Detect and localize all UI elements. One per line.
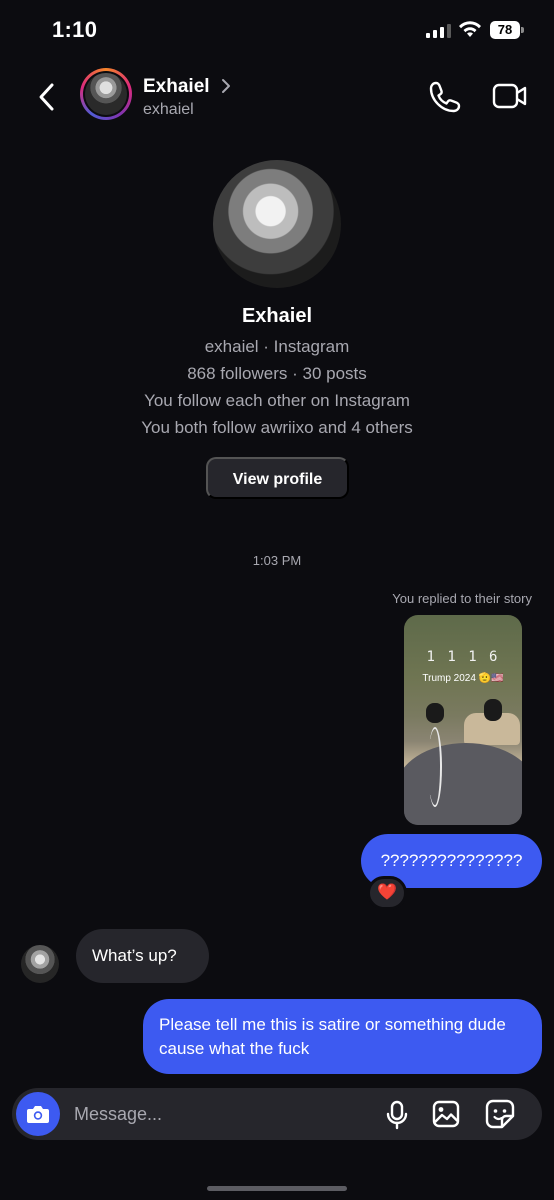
mutual-follow-text: You follow each other on Instagram — [144, 391, 410, 410]
video-call-icon[interactable] — [492, 82, 528, 110]
sticker-icon[interactable] — [485, 1099, 515, 1129]
profile-name: Exhaiel — [241, 305, 313, 327]
profile-avatar[interactable] — [213, 160, 341, 288]
view-profile-button[interactable]: View profile — [206, 457, 349, 499]
phone-call-icon[interactable] — [428, 80, 462, 114]
mutual-friends-text: You both follow awriixo and 4 others — [141, 418, 413, 437]
battery-level: 78 — [490, 21, 520, 39]
home-indicator[interactable] — [207, 1186, 347, 1191]
incoming-message[interactable]: What’s up? — [76, 929, 209, 983]
camera-button[interactable] — [16, 1092, 60, 1136]
camera-icon — [27, 1106, 49, 1123]
wifi-icon — [459, 21, 481, 37]
outgoing-message[interactable]: Please tell me this is satire or somethi… — [143, 999, 542, 1074]
message-timestamp: 1:03 PM — [252, 553, 302, 568]
story-caption: Trump 2024 🫡🇺🇸 — [422, 673, 504, 684]
status-bar: 1:10 78 — [0, 0, 554, 60]
story-reply-note: You replied to their story — [392, 591, 532, 606]
battery-icon: 78 — [490, 21, 524, 39]
heart-reaction[interactable]: ❤️ — [367, 876, 407, 910]
profile-subtitle: exhaiel · Instagram — [204, 337, 350, 356]
cellular-signal-icon — [426, 24, 451, 38]
back-chevron-icon[interactable] — [36, 82, 58, 112]
status-time: 1:10 — [52, 17, 98, 42]
gallery-icon[interactable] — [432, 1100, 460, 1128]
chevron-right-icon[interactable] — [221, 78, 231, 94]
header-avatar[interactable] — [80, 68, 132, 120]
message-input[interactable] — [74, 1088, 374, 1140]
profile-stats: 868 followers · 30 posts — [187, 364, 367, 383]
chat-header: Exhaiel exhaiel — [0, 62, 554, 132]
header-display-name[interactable]: Exhaiel — [143, 76, 210, 98]
story-clock-text: 1 1 1 6 — [426, 649, 500, 665]
header-username: exhaiel — [143, 101, 194, 118]
microphone-icon[interactable] — [386, 1100, 408, 1130]
message-composer — [12, 1088, 542, 1140]
story-thumbnail[interactable]: 1 1 1 6 Trump 2024 🫡🇺🇸 — [404, 615, 522, 825]
sender-avatar[interactable] — [21, 945, 59, 983]
